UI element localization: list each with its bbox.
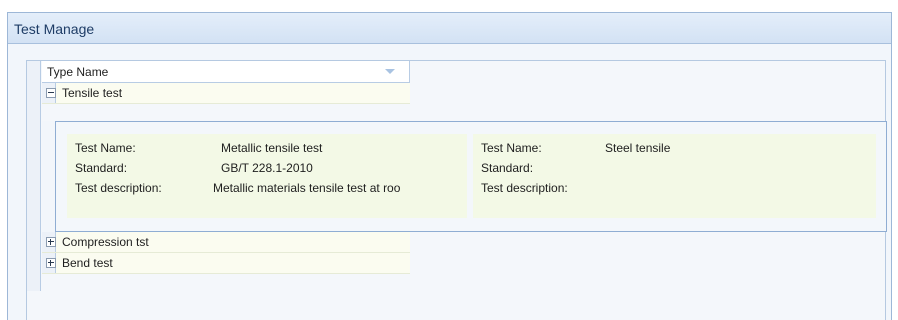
group-label: Tensile test xyxy=(62,86,123,100)
group-row-tensile-test[interactable]: Tensile test xyxy=(42,83,410,104)
window-title: Test Manage xyxy=(8,13,891,44)
column-header-type-name[interactable]: Type Name xyxy=(42,61,410,83)
test-card[interactable]: Test Name: Steel tensile Standard: Test … xyxy=(473,134,876,218)
card-field-value: GB/T 228.1-2010 xyxy=(221,161,313,175)
card-field-row: Standard: xyxy=(473,161,876,181)
card-field-label: Standard: xyxy=(481,161,534,175)
group-row-bend-test[interactable]: Bend test xyxy=(42,253,410,274)
test-card[interactable]: Test Name: Metallic tensile test Standar… xyxy=(67,134,467,218)
card-field-row: Test description: xyxy=(473,181,876,201)
card-field-label: Test Name: xyxy=(75,141,136,155)
column-header-label: Type Name xyxy=(47,65,109,79)
card-field-label: Standard: xyxy=(75,161,128,175)
card-field-label: Test Name: xyxy=(481,141,542,155)
card-view-detail: Test Name: Metallic tensile test Standar… xyxy=(55,121,887,232)
card-field-row: Test Name: Steel tensile xyxy=(473,141,876,161)
card-field-row: Test description: Metallic materials ten… xyxy=(67,181,467,201)
card-field-label: Test description: xyxy=(75,181,162,195)
group-label: Compression tst xyxy=(62,235,149,249)
group-label: Bend test xyxy=(62,256,113,270)
card-field-label: Test description: xyxy=(481,181,568,195)
grid-gutter xyxy=(27,61,41,291)
group-row-compression-test[interactable]: Compression tst xyxy=(42,232,410,253)
card-field-row: Standard: GB/T 228.1-2010 xyxy=(67,161,467,181)
expand-plus-icon[interactable] xyxy=(46,258,56,268)
test-manage-window: Test Manage Type Name Tensile test Test … xyxy=(7,12,892,320)
grid-panel: Type Name Tensile test Test Name: Metall… xyxy=(26,60,887,320)
collapse-minus-icon[interactable] xyxy=(46,88,56,98)
card-field-value: Steel tensile xyxy=(605,141,671,155)
column-filter-arrow-icon[interactable] xyxy=(385,69,395,74)
card-field-value: Metallic tensile test xyxy=(221,141,323,155)
expand-plus-icon[interactable] xyxy=(46,237,56,247)
card-field-value: Metallic materials tensile test at roo xyxy=(213,181,401,195)
card-field-row: Test Name: Metallic tensile test xyxy=(67,141,467,161)
